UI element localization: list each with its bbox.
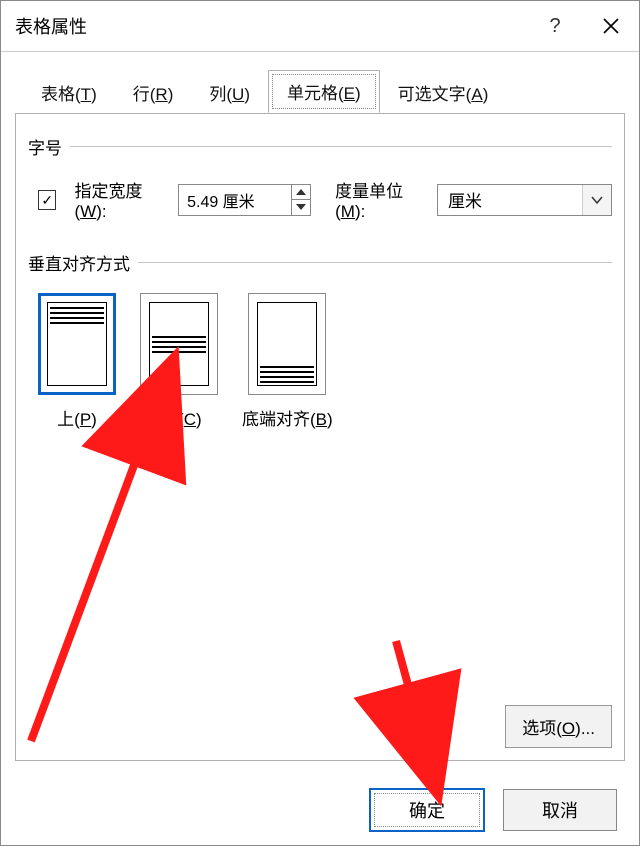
valign-bottom-label: 底端对齐(B) — [242, 405, 333, 430]
valign-center[interactable]: 居 (C) — [140, 293, 218, 430]
chevron-down-icon — [582, 185, 611, 215]
tab-cell[interactable]: 单元格(E) — [268, 70, 380, 113]
valign-center-label: 居 (C) — [156, 405, 201, 430]
valign-bottom[interactable]: 底端对齐(B) — [242, 293, 333, 430]
cancel-button[interactable]: 取消 — [503, 789, 617, 831]
specify-width-label: 指定宽度(W): — [74, 177, 166, 222]
ok-button[interactable]: 确定 — [369, 788, 485, 832]
specify-width-checkbox[interactable]: ✓ — [38, 190, 56, 210]
dialog-footer: 确定 取消 — [1, 775, 639, 845]
help-button[interactable]: ? — [527, 1, 583, 51]
dialog-title: 表格属性 — [15, 13, 87, 39]
title-bar: 表格属性 ? — [1, 1, 639, 52]
group-size: 字号 ✓ 指定宽度(W): 度量单位(M): — [28, 134, 612, 222]
tab-alt[interactable]: 可选文字(A) — [380, 72, 507, 113]
width-input[interactable] — [179, 185, 291, 215]
group-valign: 垂直对齐方式 上(P) 居 (C) 底端对齐(B) — [28, 250, 612, 430]
dialog-body: 表格(T) 行(R) 列(U) 单元格(E) 可选文字(A) 字号 ✓ 指定宽度… — [1, 51, 639, 775]
tab-panel-cell: 字号 ✓ 指定宽度(W): 度量单位(M): — [15, 113, 625, 761]
group-size-title: 字号 — [28, 134, 62, 159]
unit-select[interactable]: 厘米 — [437, 184, 612, 216]
width-spinner[interactable] — [178, 184, 311, 216]
options-button[interactable]: 选项(O)... — [505, 705, 612, 748]
unit-select-value: 厘米 — [438, 187, 582, 212]
tab-col[interactable]: 列(U) — [191, 72, 268, 113]
group-valign-title: 垂直对齐方式 — [28, 250, 130, 275]
spinner-down-icon[interactable] — [292, 200, 310, 215]
dialog-window: 表格属性 ? 表格(T) 行(R) 列(U) 单元格(E) 可选文字(A) 字号… — [0, 0, 640, 846]
unit-label: 度量单位(M): — [335, 177, 425, 222]
tab-strip: 表格(T) 行(R) 列(U) 单元格(E) 可选文字(A) — [1, 51, 639, 112]
tab-table[interactable]: 表格(T) — [23, 72, 115, 113]
valign-top[interactable]: 上(P) — [38, 293, 116, 430]
close-button[interactable] — [583, 1, 639, 51]
tab-row[interactable]: 行(R) — [115, 72, 192, 113]
spinner-up-icon[interactable] — [292, 185, 310, 201]
valign-top-label: 上(P) — [57, 405, 97, 430]
